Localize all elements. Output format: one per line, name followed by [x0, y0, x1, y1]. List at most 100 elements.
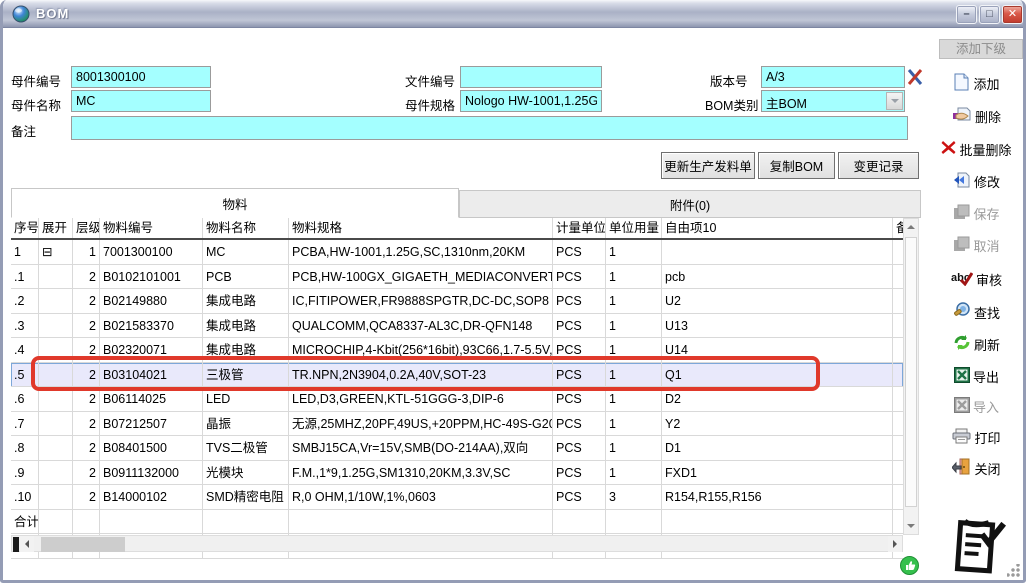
table-cell-expand: [39, 485, 73, 510]
column-header-note[interactable]: 备: [893, 218, 903, 238]
resize-grip[interactable]: [1007, 564, 1020, 577]
column-header-unit[interactable]: 计量单位: [553, 218, 606, 238]
table-row[interactable]: .72B07212507晶振无源,25MHZ,20PF,49US,+20PPM,…: [11, 412, 903, 437]
column-header-qty[interactable]: 单位用量: [606, 218, 662, 238]
table-cell-expand: [39, 461, 73, 486]
table-cell-code: 7001300100: [100, 240, 203, 265]
version-field[interactable]: [761, 66, 905, 88]
scroll-down-icon[interactable]: [904, 518, 918, 534]
sidebar-item-10[interactable]: 刷新: [927, 332, 1026, 356]
scroll-left-icon[interactable]: [20, 536, 34, 552]
sidebar-item-13[interactable]: 打印: [927, 425, 1026, 449]
column-header-name[interactable]: 物料名称: [203, 218, 289, 238]
audit-abc-check-icon: abc: [951, 270, 973, 289]
column-header-free[interactable]: 自由项10: [662, 218, 893, 238]
table-cell-free: U2: [662, 289, 893, 314]
table-row[interactable]: .32B021583370集成电路QUALCOMM,QCA8337-AL3C,D…: [11, 314, 903, 339]
table-cell-spec: SMBJ15CA,Vr=15V,SMB(DO-214AA),双向: [289, 436, 553, 461]
bom-type-value: 主BOM: [766, 93, 807, 112]
sidebar-item-7: 取消: [927, 233, 1026, 257]
doc-code-field[interactable]: [460, 66, 602, 88]
splitter-handle[interactable]: [13, 537, 19, 552]
table-cell-note: [893, 363, 903, 388]
bom-type-dropdown[interactable]: 主BOM: [761, 90, 905, 112]
column-header-spec[interactable]: 物料规格: [289, 218, 553, 238]
sidebar-item-3[interactable]: 删除: [927, 104, 1026, 128]
table-cell-code: [100, 510, 203, 535]
tab-materials[interactable]: 物料: [11, 188, 459, 218]
sidebar-item-label: 查找: [974, 303, 1000, 322]
table-cell-spec: MICROCHIP,4-Kbit(256*16bit),93C66,1.7-5.…: [289, 338, 553, 363]
version-edit-x-icon[interactable]: [906, 66, 924, 88]
change-log-button[interactable]: 变更记录: [838, 152, 919, 179]
table-cell-spec: TR.NPN,2N3904,0.2A,40V,SOT-23: [289, 363, 553, 388]
column-header-seq[interactable]: 序号: [11, 218, 39, 238]
table-cell-expand: [39, 510, 73, 535]
maximize-button[interactable]: □: [979, 5, 1000, 24]
import-excel-icon: [954, 397, 970, 416]
minimize-button[interactable]: –: [956, 5, 977, 24]
table-cell-name: TVS二极管: [203, 436, 289, 461]
close-button[interactable]: ✕: [1002, 5, 1023, 24]
table-cell-code: B07212507: [100, 412, 203, 437]
column-header-level[interactable]: 层级: [73, 218, 100, 238]
table-header: 序号展开层级物料编号物料名称物料规格计量单位单位用量自由项10备: [11, 218, 903, 240]
table-cell-name: PCB: [203, 265, 289, 290]
table-cell-qty: 1: [606, 289, 662, 314]
sidebar-item-label: 删除: [975, 107, 1001, 126]
sidebar-item-11[interactable]: 导出: [927, 364, 1026, 388]
horizontal-scrollbar[interactable]: [11, 535, 903, 552]
scroll-right-icon[interactable]: [888, 536, 902, 552]
table-row[interactable]: 合计: [11, 510, 903, 535]
table-cell-code: B0911132000: [100, 461, 203, 486]
sidebar-item-5[interactable]: 修改: [927, 169, 1026, 193]
vertical-scroll-thumb[interactable]: [905, 237, 917, 507]
table-cell-level: 2: [73, 363, 100, 388]
vertical-scrollbar[interactable]: [903, 218, 919, 535]
table-cell-spec: 无源,25MHZ,20PF,49US,+20PPM,HC-49S-G200: [289, 412, 553, 437]
parent-spec-field[interactable]: [460, 90, 602, 112]
table-row[interactable]: .22B02149880集成电路IC,FITIPOWER,FR9888SPGTR…: [11, 289, 903, 314]
scroll-up-icon[interactable]: [904, 219, 918, 235]
table-cell-qty: 1: [606, 265, 662, 290]
table-row[interactable]: .52B03104021三极管TR.NPN,2N3904,0.2A,40V,SO…: [11, 363, 903, 388]
column-header-code[interactable]: 物料编号: [100, 218, 203, 238]
table-row[interactable]: .42B02320071集成电路MICROCHIP,4-Kbit(256*16b…: [11, 338, 903, 363]
parent-code-field[interactable]: [71, 66, 211, 88]
table-row[interactable]: .12B0102101001PCBPCB,HW-100GX_GIGAETH_ME…: [11, 265, 903, 290]
table-cell-code: B0102101001: [100, 265, 203, 290]
titlebar[interactable]: BOM – □ ✕: [3, 0, 1026, 28]
table-row[interactable]: .82B08401500TVS二极管SMBJ15CA,Vr=15V,SMB(DO…: [11, 436, 903, 461]
sidebar-item-8[interactable]: abc审核: [927, 267, 1026, 291]
table-row[interactable]: .92B0911132000光模块F.M.,1*9,1.25G,SM1310,2…: [11, 461, 903, 486]
table-cell-expand: [39, 265, 73, 290]
tab-attachments[interactable]: 附件(0): [459, 190, 921, 218]
remark-field[interactable]: [71, 116, 908, 140]
table-cell-level: 2: [73, 338, 100, 363]
table-cell-level: 2: [73, 436, 100, 461]
sidebar-item-2[interactable]: 添加: [927, 71, 1026, 95]
table-row[interactable]: .102B14000102SMD精密电阻R,0 OHM,1/10W,1%,060…: [11, 485, 903, 510]
table-row[interactable]: 1⊟17001300100MCPCBA,HW-1001,1.25G,SC,131…: [11, 240, 903, 265]
table-cell-note: [893, 436, 903, 461]
chevron-down-icon[interactable]: [886, 92, 903, 110]
column-header-expand[interactable]: 展开: [39, 218, 73, 238]
horizontal-scroll-thumb[interactable]: [41, 537, 125, 552]
table-cell-code: B021583370: [100, 314, 203, 339]
table-row[interactable]: .62B06114025LEDLED,D3,GREEN,KTL-51GGG-3,…: [11, 387, 903, 412]
sidebar-item-6: 保存: [927, 201, 1026, 225]
sidebar-item-14[interactable]: 关闭: [927, 456, 1026, 480]
sidebar-item-9[interactable]: 查找: [927, 300, 1026, 324]
table-cell-level: 2: [73, 387, 100, 412]
print-icon: [952, 428, 971, 447]
table-cell-spec: R,0 OHM,1/10W,1%,0603: [289, 485, 553, 510]
copy-bom-button[interactable]: 复制BOM: [758, 152, 835, 179]
table-cell-code: B08401500: [100, 436, 203, 461]
table-cell-level: 2: [73, 314, 100, 339]
parent-name-field[interactable]: [71, 90, 211, 112]
search-icon: [953, 302, 971, 322]
sidebar-item-4[interactable]: 批量删除: [927, 137, 1026, 161]
table-cell-qty: 1: [606, 387, 662, 412]
update-production-issue-button[interactable]: 更新生产发料单: [661, 152, 755, 179]
table-cell-unit: PCS: [553, 363, 606, 388]
